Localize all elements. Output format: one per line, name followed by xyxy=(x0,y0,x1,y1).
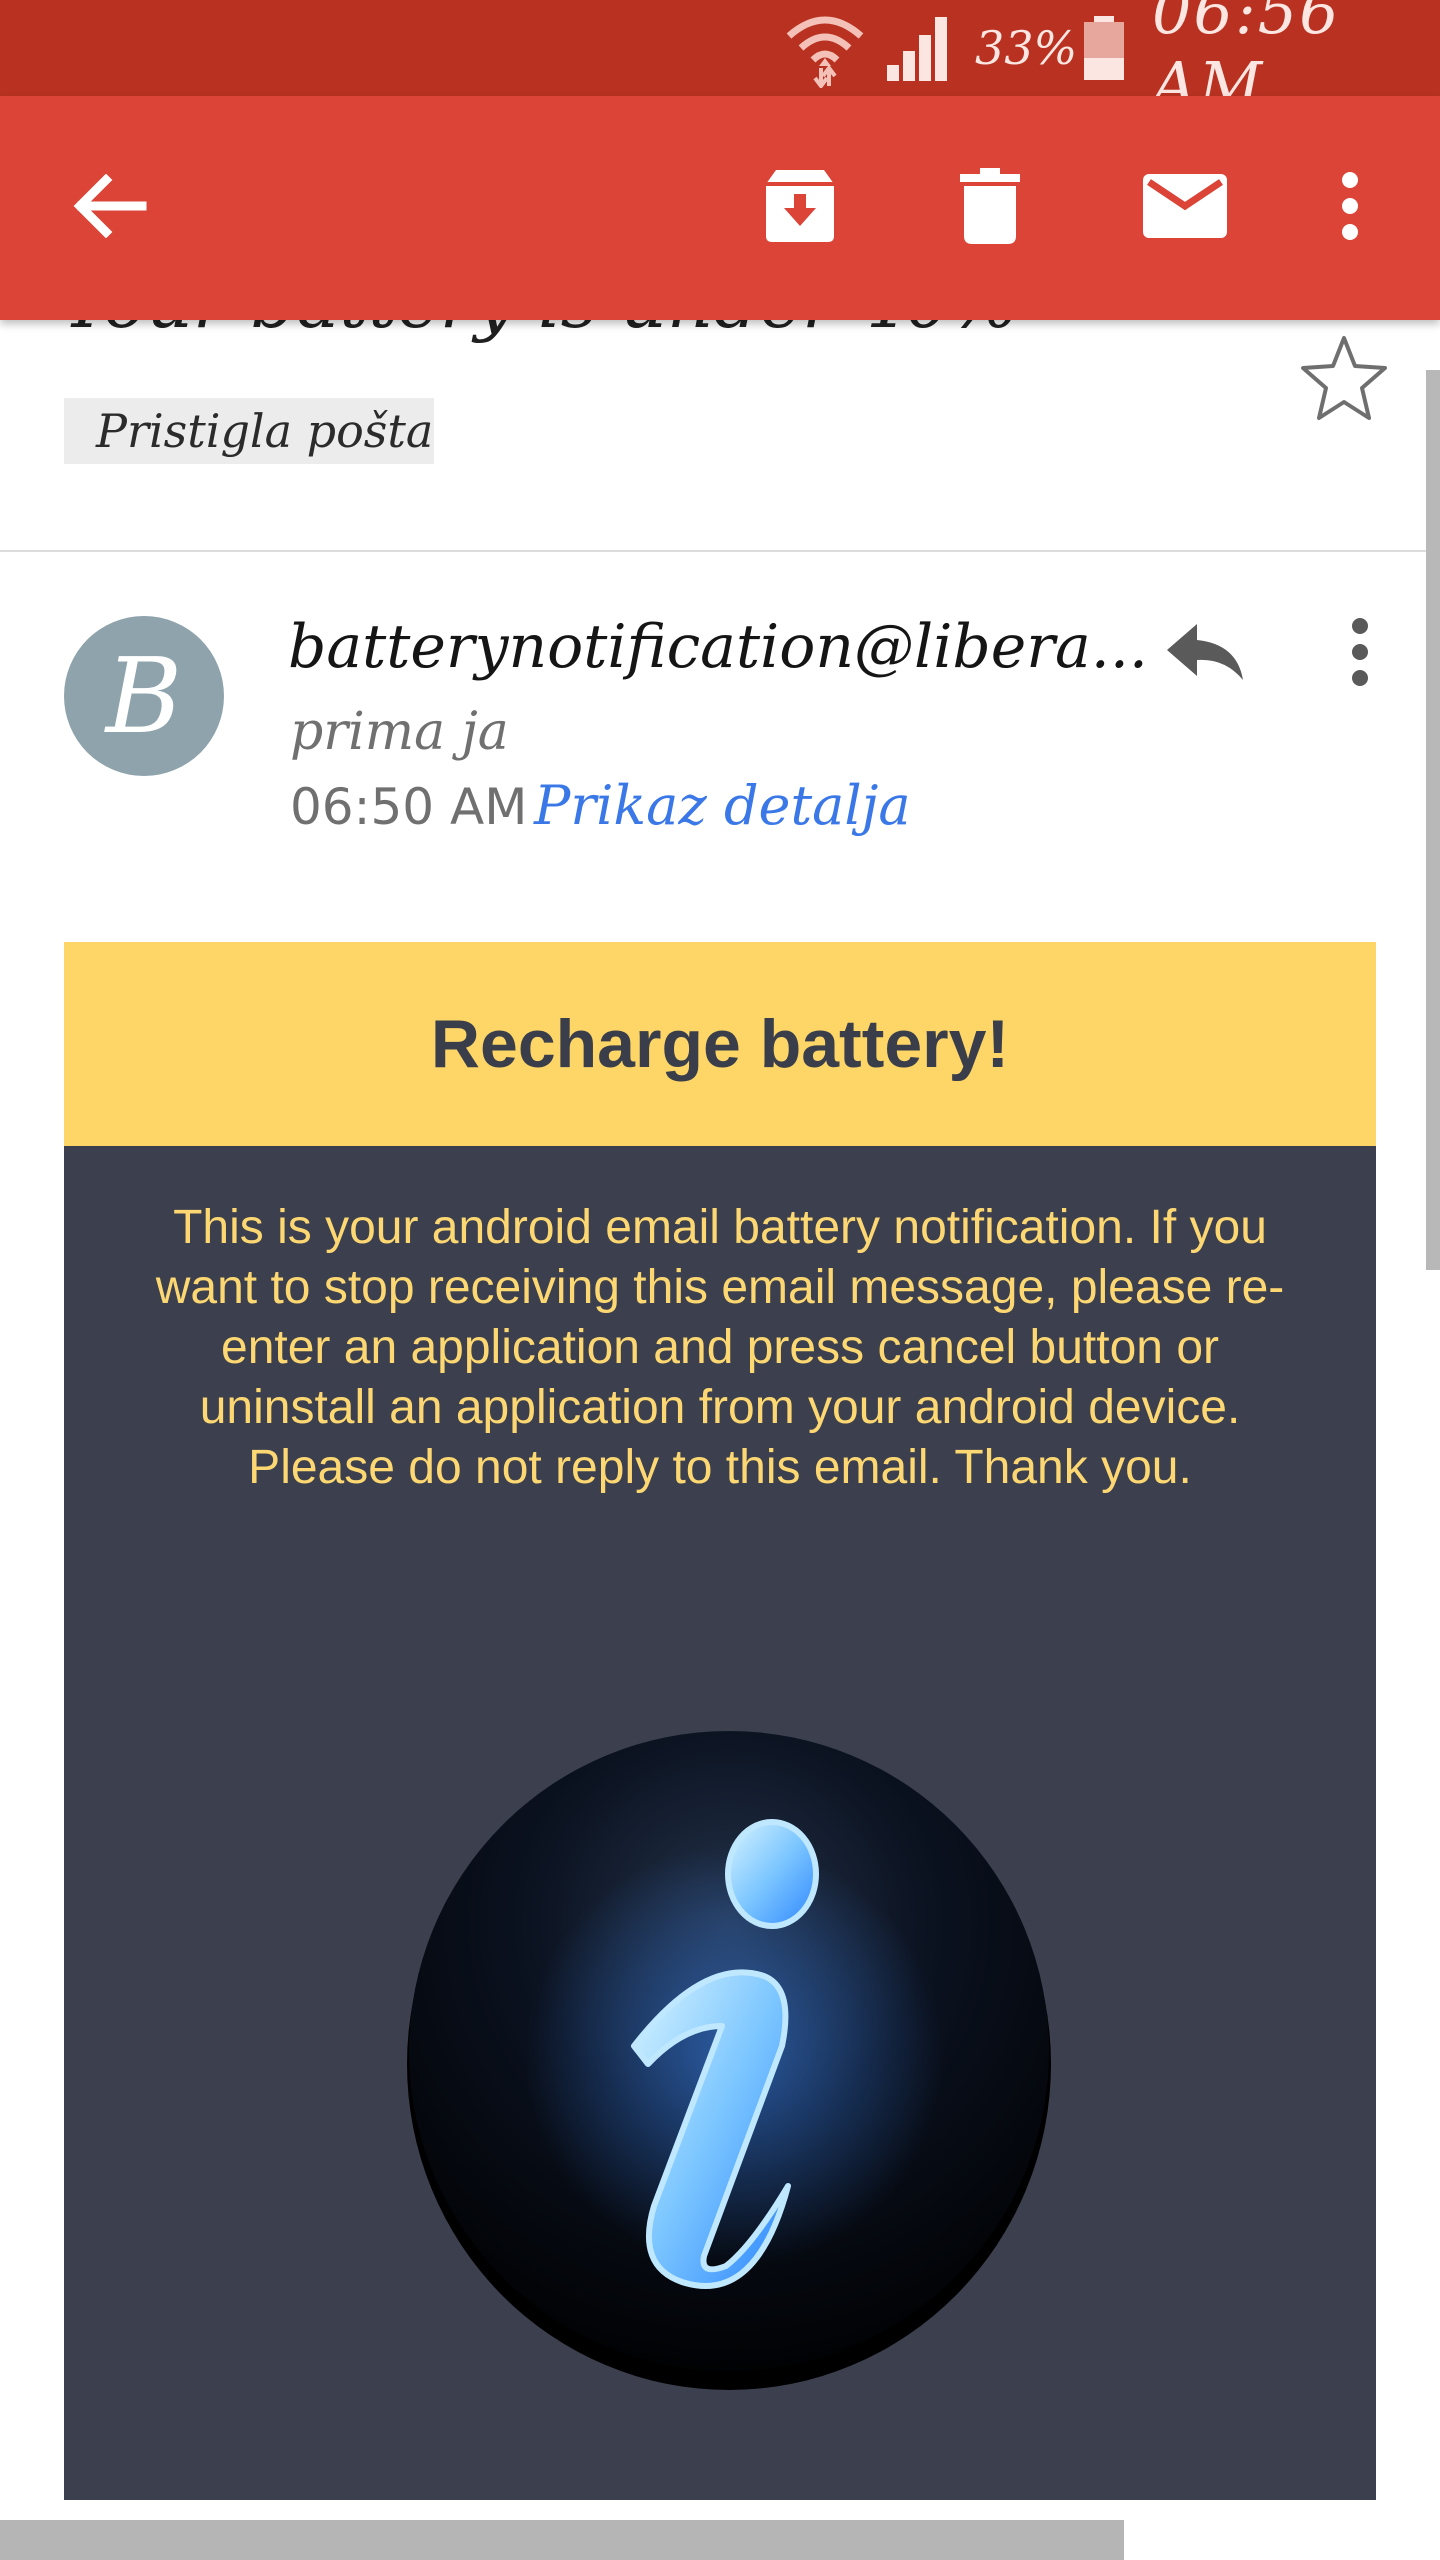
delete-icon xyxy=(960,168,1020,244)
clock: 06:56 AM xyxy=(1152,0,1341,121)
mark-unread-icon xyxy=(1143,174,1227,238)
reply-button[interactable] xyxy=(1150,612,1260,692)
vertical-scrollbar[interactable] xyxy=(1426,370,1440,1270)
sender-address: batterynotification@libera... xyxy=(288,612,1148,682)
horizontal-scrollbar[interactable] xyxy=(0,2520,1124,2560)
archive-button[interactable] xyxy=(740,146,860,266)
message-more-button[interactable] xyxy=(1330,610,1390,694)
sent-time: 06:50 AM xyxy=(290,778,528,836)
archive-icon xyxy=(766,170,834,242)
status-bar: 33% 06:56 AM xyxy=(0,0,1440,121)
mark-unread-button[interactable] xyxy=(1125,146,1245,266)
show-details-link[interactable]: Prikaz detalja xyxy=(534,774,911,837)
signal-icon xyxy=(885,0,955,96)
app-bar xyxy=(0,96,1440,320)
star-icon xyxy=(1301,336,1387,420)
more-vert-icon xyxy=(1352,618,1368,686)
reply-icon xyxy=(1167,624,1243,680)
info-icon xyxy=(404,1726,1054,2396)
delete-button[interactable] xyxy=(930,146,1050,266)
more-vert-icon xyxy=(1342,172,1358,240)
inbox-label-chip[interactable]: Pristigla pošta xyxy=(64,398,434,464)
battery-percent: 33% xyxy=(975,21,1078,75)
email-banner-title: Recharge battery! xyxy=(64,942,1376,1146)
wifi-icon xyxy=(785,0,865,96)
header-divider xyxy=(0,550,1440,552)
back-arrow-icon xyxy=(73,174,147,238)
more-options-button[interactable] xyxy=(1290,146,1410,266)
email-message: This is your android email battery notif… xyxy=(155,1201,1285,1494)
recipient-line: prima ja xyxy=(290,702,509,762)
back-button[interactable] xyxy=(50,146,170,266)
battery-icon xyxy=(1082,0,1126,96)
star-button[interactable] xyxy=(1298,332,1390,424)
sender-avatar[interactable]: B xyxy=(64,616,224,776)
email-body-panel: This is your android email battery notif… xyxy=(64,1146,1376,2500)
